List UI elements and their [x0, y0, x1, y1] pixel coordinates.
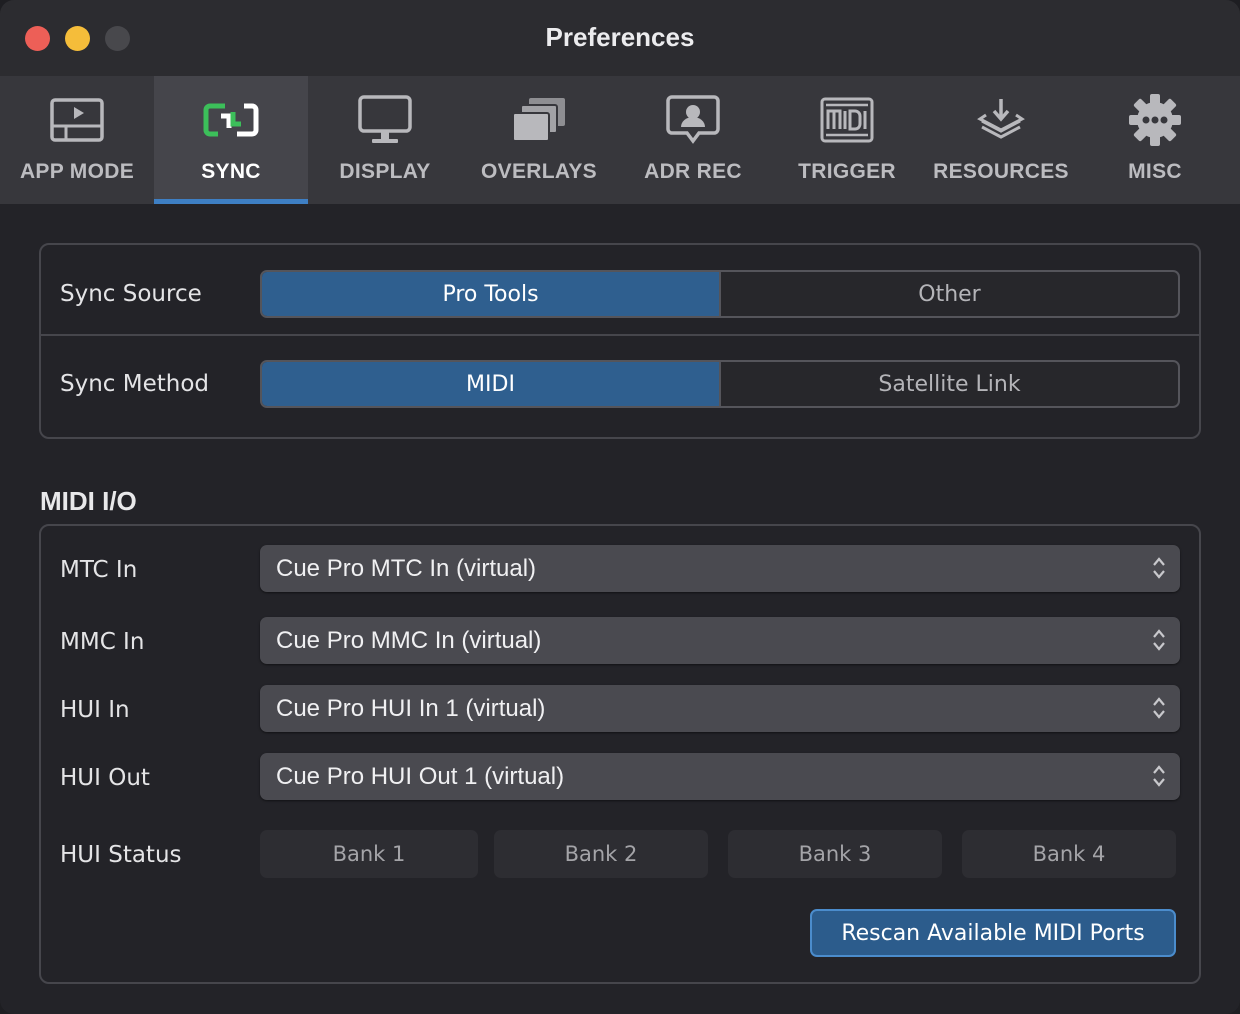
window-title: Preferences [545, 22, 695, 52]
sync-source-other[interactable]: Other [719, 272, 1178, 316]
hui-in-label: HUI In [60, 697, 130, 723]
rescan-midi-ports-button[interactable]: Rescan Available MIDI Ports [810, 909, 1176, 957]
sync-method-label: Sync Method [60, 371, 210, 397]
hui-out-label: HUI Out [60, 765, 150, 791]
sync-source-pro-tools[interactable]: Pro Tools [262, 272, 719, 316]
hui-bank-4-indicator: Bank 4 [962, 830, 1176, 878]
mtc-in-label: MTC In [60, 557, 138, 583]
up-down-chevron-icon [1153, 697, 1165, 719]
hui-in-select[interactable]: Cue Pro HUI In 1 (virtual) [260, 685, 1180, 732]
tab-label: ADR REC [644, 160, 742, 183]
sync-icon [199, 94, 263, 146]
tab-app-mode[interactable]: APP MODE [0, 76, 154, 204]
tab-label: SYNC [201, 160, 261, 183]
hui-bank-3-indicator: Bank 3 [728, 830, 942, 878]
display-icon [353, 94, 417, 146]
tab-label: OVERLAYS [481, 160, 597, 183]
tab-overlays[interactable]: OVERLAYS [462, 76, 616, 204]
tab-resources[interactable]: RESOURCES [924, 76, 1078, 204]
tab-label: DISPLAY [339, 160, 431, 183]
tab-label: TRIGGER [798, 160, 896, 183]
title-bar: Preferences [0, 0, 1240, 76]
tab-trigger[interactable]: TRIGGER [770, 76, 924, 204]
sync-method-satellite-link[interactable]: Satellite Link [719, 362, 1178, 406]
tab-misc[interactable]: MISC [1078, 76, 1232, 204]
mtc-in-select[interactable]: Cue Pro MTC In (virtual) [260, 545, 1180, 592]
preferences-toolbar: APP MODE SYNC DISPLAY OVERLAYS ADR REC T… [0, 76, 1240, 204]
sync-preferences-panel: Sync Source Pro Tools Other Sync Method … [0, 204, 1240, 1014]
hui-in-value: Cue Pro HUI In 1 (virtual) [276, 695, 546, 722]
preferences-window: Preferences APP MODE SYNC DISPLAY OVERLA… [0, 0, 1240, 1014]
sync-source-segmented-control: Pro Tools Other [260, 270, 1180, 318]
tab-sync[interactable]: SYNC [154, 76, 308, 204]
tab-display[interactable]: DISPLAY [308, 76, 462, 204]
adr-rec-icon [661, 94, 725, 146]
hui-status-label: HUI Status [60, 842, 182, 868]
sync-method-segmented-control: MIDI Satellite Link [260, 360, 1180, 408]
gear-icon [1123, 94, 1187, 146]
mmc-in-value: Cue Pro MMC In (virtual) [276, 627, 542, 654]
mmc-in-select[interactable]: Cue Pro MMC In (virtual) [260, 617, 1180, 664]
hui-bank-2-indicator: Bank 2 [494, 830, 708, 878]
midi-io-section-title: MIDI I/O [40, 486, 137, 516]
midi-trigger-icon [815, 94, 879, 146]
sync-method-midi[interactable]: MIDI [262, 362, 719, 406]
mtc-in-value: Cue Pro MTC In (virtual) [276, 555, 537, 582]
up-down-chevron-icon [1153, 765, 1165, 787]
mmc-in-label: MMC In [60, 629, 145, 655]
hui-bank-1-indicator: Bank 1 [260, 830, 478, 878]
overlays-icon [507, 94, 571, 146]
group-divider [41, 334, 1199, 336]
up-down-chevron-icon [1153, 557, 1165, 579]
hui-out-value: Cue Pro HUI Out 1 (virtual) [276, 763, 565, 790]
sync-source-label: Sync Source [60, 281, 202, 307]
midi-io-group: MTC In Cue Pro MTC In (virtual) MMC In C… [39, 524, 1201, 984]
app-mode-icon [45, 94, 109, 146]
sync-settings-group: Sync Source Pro Tools Other Sync Method … [39, 243, 1201, 439]
hui-out-select[interactable]: Cue Pro HUI Out 1 (virtual) [260, 753, 1180, 800]
tab-label: RESOURCES [933, 160, 1069, 183]
tab-label: MISC [1128, 160, 1182, 183]
up-down-chevron-icon [1153, 629, 1165, 651]
tab-label: APP MODE [19, 160, 135, 183]
resources-icon [969, 94, 1033, 146]
tab-adr-rec[interactable]: ADR REC [616, 76, 770, 204]
